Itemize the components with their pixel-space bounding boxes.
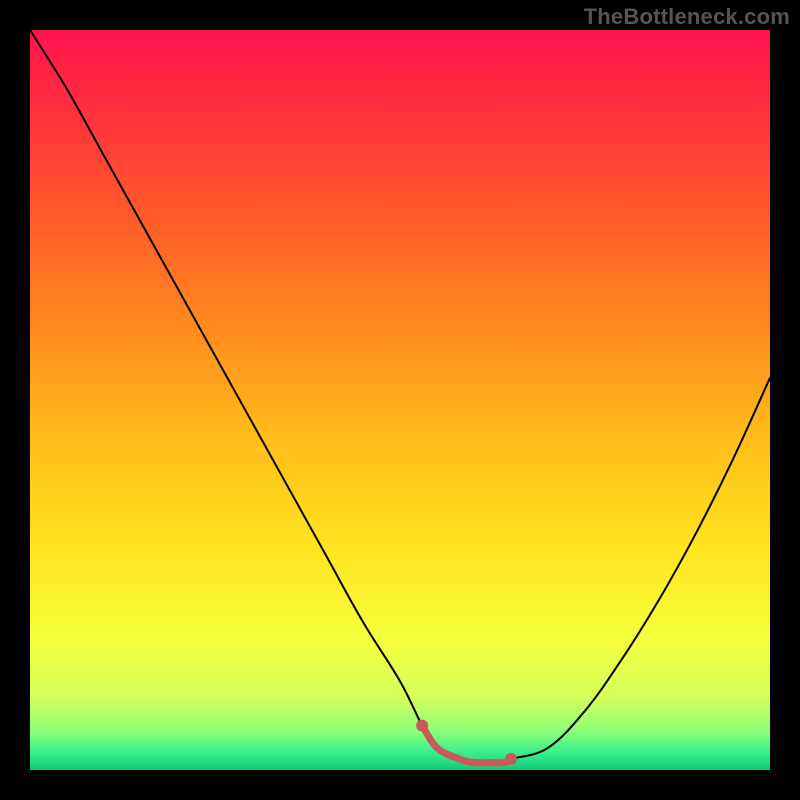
watermark-label: TheBottleneck.com [584,4,790,30]
gradient-background [30,30,770,770]
chart-svg [30,30,770,770]
chart-frame: TheBottleneck.com [0,0,800,800]
highlight-end-dot [416,720,428,732]
plot-area [30,30,770,770]
highlight-end-dot [505,753,517,765]
